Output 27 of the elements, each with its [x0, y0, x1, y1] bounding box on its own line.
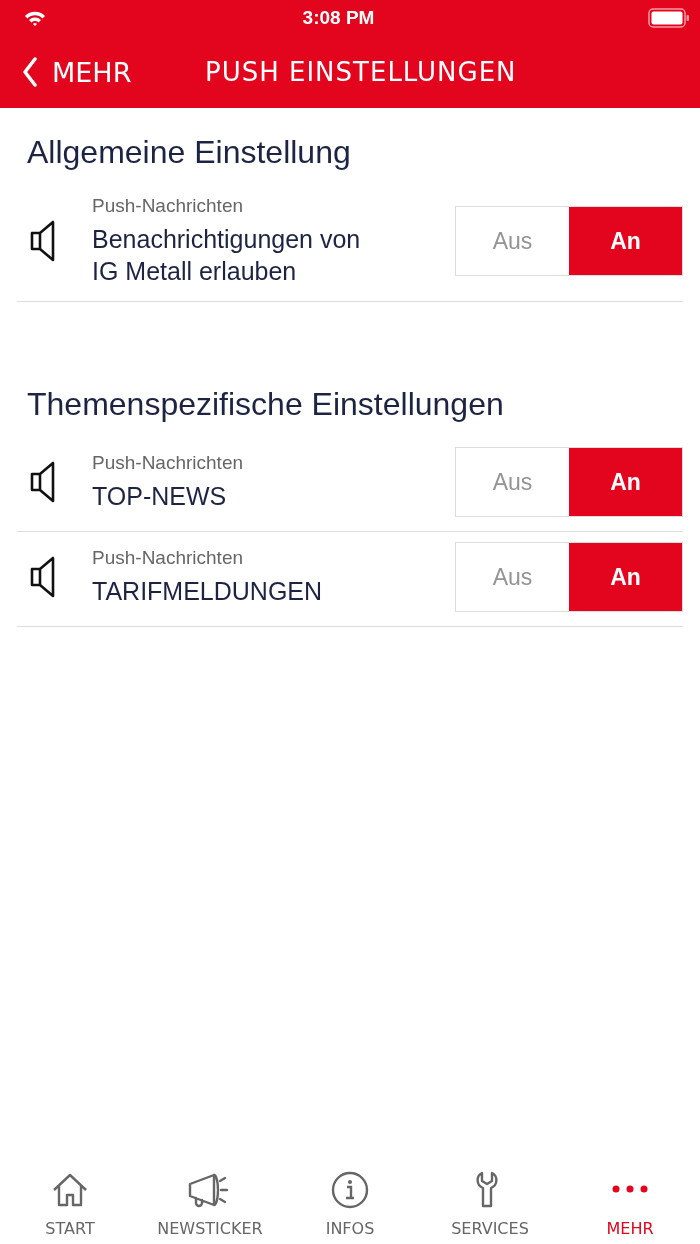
status-time: 3:08 PM — [301, 7, 376, 29]
back-button[interactable]: MEHR — [0, 56, 132, 88]
tab-bar-item[interactable]: NEWSTICKER — [140, 1170, 280, 1242]
chevron-left-icon — [22, 57, 38, 87]
row-caption: Push-Nachrichten — [92, 547, 245, 569]
tab-bar-item[interactable]: MEHR — [560, 1170, 700, 1242]
wifi-icon — [23, 9, 47, 27]
row-title: Benachrichtigungen von IG Metall erlauben — [92, 224, 362, 287]
row-caption: Push-Nachrichten — [92, 452, 245, 474]
row-title: TARIFMELDUNGEN — [92, 576, 324, 607]
page-title: PUSH EINSTELLUNGEN — [205, 57, 517, 87]
on-option[interactable]: An — [569, 448, 682, 516]
info-icon — [330, 1170, 370, 1210]
battery-icon — [648, 8, 690, 28]
speaker-icon — [29, 461, 57, 503]
speaker-icon — [29, 556, 57, 598]
tab-bar-item[interactable]: INFOS — [280, 1170, 420, 1242]
on-option[interactable]: An — [569, 207, 682, 275]
section-heading: Allgemeine Einstellung — [26, 133, 352, 172]
on-option[interactable]: An — [569, 543, 682, 611]
tab-bar-item[interactable]: SERVICES — [420, 1170, 560, 1242]
row-caption: Push-Nachrichten — [92, 195, 245, 217]
section-heading: Themenspezifische Einstellungen — [26, 385, 505, 424]
speaker-icon — [29, 220, 57, 262]
more-icon — [610, 1184, 650, 1194]
tab-bar-item[interactable]: START — [0, 1170, 140, 1242]
row-title: TOP-NEWS — [92, 481, 228, 512]
